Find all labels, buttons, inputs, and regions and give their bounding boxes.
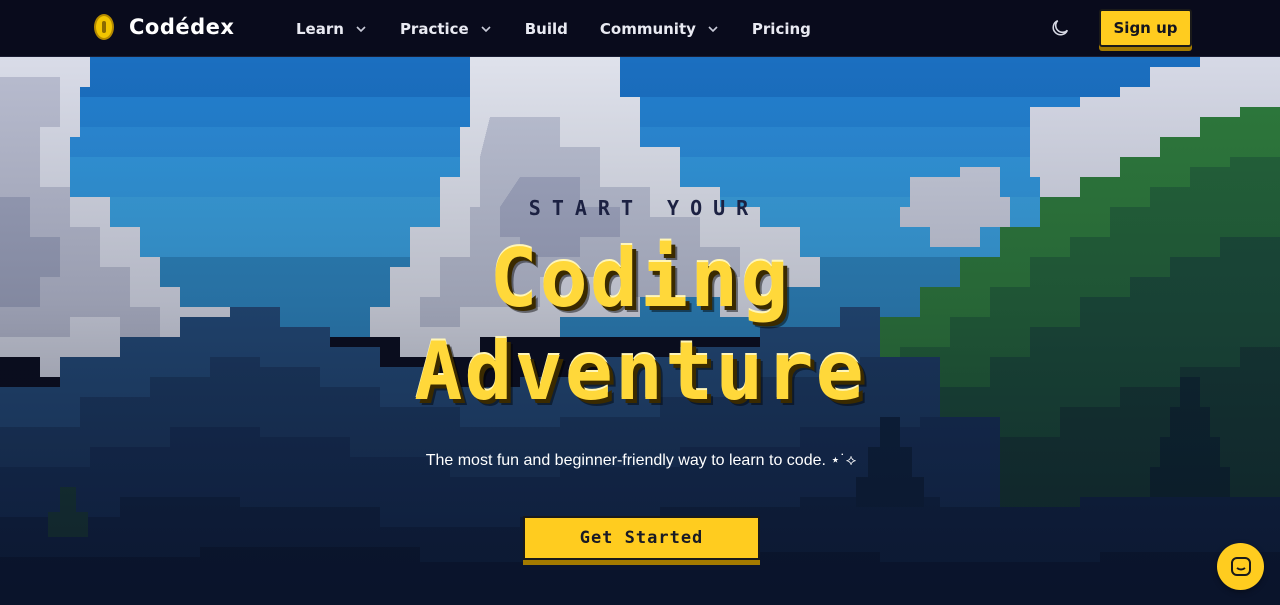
nav-item-pricing[interactable]: Pricing — [752, 20, 811, 38]
moon-icon[interactable] — [1049, 17, 1071, 39]
main-nav: Learn Practice Build Community Pricing — [296, 0, 843, 57]
nav-item-learn[interactable]: Learn — [296, 20, 368, 38]
chevron-down-icon — [708, 25, 718, 32]
nav-item-label: Practice — [399, 19, 469, 38]
hero-title-line-1: Coding — [489, 232, 791, 325]
nav-item-label: Community — [599, 19, 696, 38]
signup-button[interactable]: Sign up — [1099, 9, 1192, 47]
chevron-down-icon — [481, 25, 491, 32]
chat-launcher-button[interactable] — [1217, 543, 1264, 590]
nav-item-community[interactable]: Community — [600, 20, 720, 38]
nav-item-label: Learn — [296, 19, 344, 38]
chat-icon — [1230, 556, 1251, 576]
nav-item-label: Pricing — [751, 19, 811, 38]
hero-subtitle: The most fun and beginner-friendly way t… — [425, 452, 857, 469]
brand-name: Codédex — [129, 15, 235, 39]
nav-item-practice[interactable]: Practice — [400, 20, 493, 38]
hero-section: START YOUR Coding Adventure The most fun… — [0, 57, 1280, 605]
get-started-button[interactable]: Get Started — [523, 516, 760, 560]
chevron-down-icon — [356, 25, 366, 32]
nav-item-build[interactable]: Build — [525, 20, 568, 38]
hero-title-line-2: Adventure — [414, 325, 866, 418]
coin-logo-icon — [94, 14, 114, 40]
brand-logo[interactable]: Codédex — [94, 14, 234, 40]
hero-eyebrow: START YOUR — [528, 196, 760, 220]
top-navbar: Codédex Learn Practice Build Community P… — [0, 0, 1280, 57]
nav-item-label: Build — [524, 19, 568, 38]
